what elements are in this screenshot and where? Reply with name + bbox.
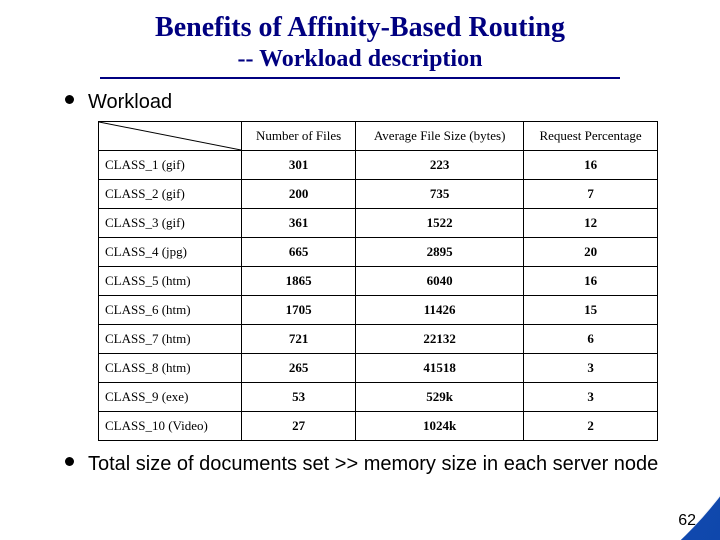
- cell-avg: 223: [356, 151, 524, 180]
- table-row: CLASS_3 (gif)361152212: [99, 209, 658, 238]
- cell-avg: 2895: [356, 238, 524, 267]
- cell-avg: 529k: [356, 383, 524, 412]
- table-row: CLASS_2 (gif)2007357: [99, 180, 658, 209]
- table-row: CLASS_9 (exe)53529k3: [99, 383, 658, 412]
- cell-files: 27: [242, 412, 356, 441]
- cell-pct: 7: [524, 180, 658, 209]
- table-row: CLASS_6 (htm)17051142615: [99, 296, 658, 325]
- table-row: CLASS_5 (htm)1865604016: [99, 267, 658, 296]
- row-class-name: CLASS_10 (Video): [99, 412, 242, 441]
- cell-pct: 2: [524, 412, 658, 441]
- table-header-row: Number of Files Average File Size (bytes…: [99, 122, 658, 151]
- table-row: CLASS_4 (jpg)665289520: [99, 238, 658, 267]
- table-row: CLASS_8 (htm)265415183: [99, 354, 658, 383]
- cell-avg: 1024k: [356, 412, 524, 441]
- cell-avg: 6040: [356, 267, 524, 296]
- cell-files: 361: [242, 209, 356, 238]
- cell-avg: 735: [356, 180, 524, 209]
- table-corner-cell: [99, 122, 242, 151]
- bullet-item: Total size of documents set >> memory si…: [65, 451, 680, 477]
- col-header-avg: Average File Size (bytes): [356, 122, 524, 151]
- col-header-pct: Request Percentage: [524, 122, 658, 151]
- cell-pct: 6: [524, 325, 658, 354]
- slide-subtitle: -- Workload description: [40, 46, 680, 73]
- slide-title: Benefits of Affinity-Based Routing: [40, 12, 680, 44]
- bullet-text: Workload: [88, 89, 172, 115]
- cell-pct: 3: [524, 354, 658, 383]
- title-underline: [100, 77, 620, 79]
- cell-pct: 16: [524, 151, 658, 180]
- cell-pct: 3: [524, 383, 658, 412]
- col-header-files: Number of Files: [242, 122, 356, 151]
- cell-files: 265: [242, 354, 356, 383]
- cell-avg: 22132: [356, 325, 524, 354]
- cell-files: 53: [242, 383, 356, 412]
- cell-files: 301: [242, 151, 356, 180]
- bullet-text: Total size of documents set >> memory si…: [88, 451, 658, 477]
- row-class-name: CLASS_7 (htm): [99, 325, 242, 354]
- table-row: CLASS_7 (htm)721221326: [99, 325, 658, 354]
- cell-avg: 41518: [356, 354, 524, 383]
- cell-pct: 16: [524, 267, 658, 296]
- cell-files: 1705: [242, 296, 356, 325]
- table-row: CLASS_10 (Video)271024k2: [99, 412, 658, 441]
- cell-pct: 15: [524, 296, 658, 325]
- table-row: CLASS_1 (gif)30122316: [99, 151, 658, 180]
- row-class-name: CLASS_8 (htm): [99, 354, 242, 383]
- row-class-name: CLASS_2 (gif): [99, 180, 242, 209]
- bullet-item: Workload: [65, 89, 680, 115]
- cell-pct: 12: [524, 209, 658, 238]
- cell-pct: 20: [524, 238, 658, 267]
- cell-files: 721: [242, 325, 356, 354]
- row-class-name: CLASS_9 (exe): [99, 383, 242, 412]
- cell-files: 1865: [242, 267, 356, 296]
- row-class-name: CLASS_1 (gif): [99, 151, 242, 180]
- workload-table: Number of Files Average File Size (bytes…: [98, 121, 658, 441]
- page-number: 62: [678, 512, 696, 530]
- workload-table-wrap: Number of Files Average File Size (bytes…: [98, 121, 658, 441]
- cell-avg: 11426: [356, 296, 524, 325]
- row-class-name: CLASS_3 (gif): [99, 209, 242, 238]
- bullet-icon: [65, 457, 74, 466]
- cell-avg: 1522: [356, 209, 524, 238]
- row-class-name: CLASS_5 (htm): [99, 267, 242, 296]
- cell-files: 200: [242, 180, 356, 209]
- row-class-name: CLASS_6 (htm): [99, 296, 242, 325]
- row-class-name: CLASS_4 (jpg): [99, 238, 242, 267]
- bullet-icon: [65, 95, 74, 104]
- cell-files: 665: [242, 238, 356, 267]
